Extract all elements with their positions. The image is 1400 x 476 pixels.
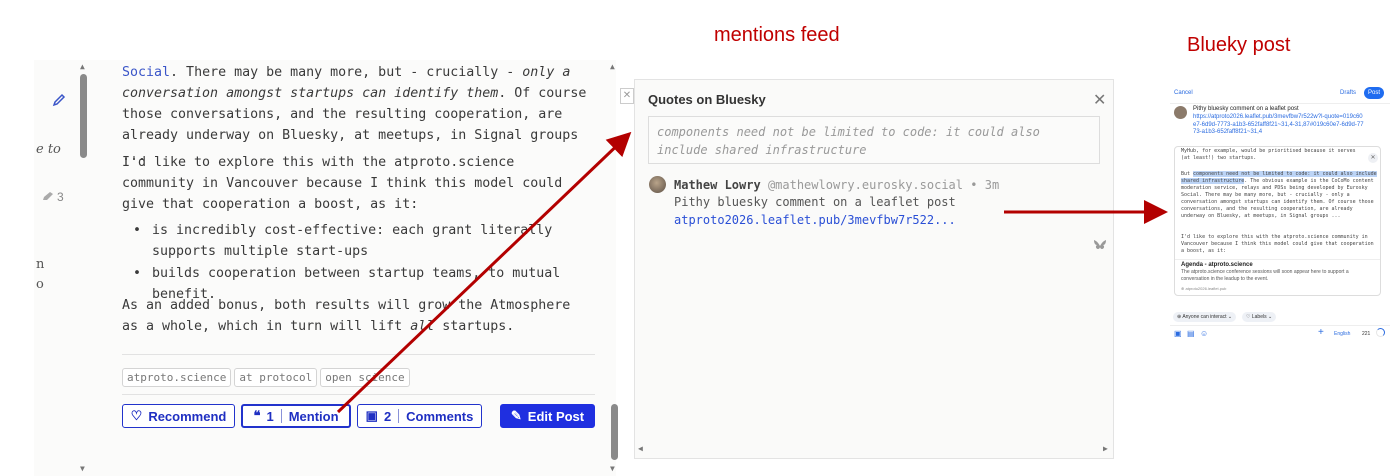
embed-excerpt: But components need not be limited to co… [1181, 171, 1377, 219]
comment-icon [43, 192, 53, 200]
post-button[interactable]: Post [1364, 87, 1384, 99]
add-icon[interactable]: + [1318, 327, 1324, 338]
list-item: • is incredibly cost-effective: each gran… [132, 223, 553, 259]
card-description: The atproto.science conference sessions … [1181, 269, 1349, 282]
gif-icon[interactable]: ▤ [1187, 329, 1195, 338]
close-icon[interactable]: ✕ [1093, 90, 1106, 110]
quotes-panel: Quotes on Bluesky ✕ components need not … [634, 79, 1114, 459]
quoted-text: components need not be limited to code: … [648, 116, 1100, 164]
margin-fragment: n [36, 257, 45, 272]
bluesky-icon[interactable] [1093, 236, 1107, 255]
bullet-list: • is incredibly cost-effective: each gran… [122, 220, 592, 305]
comments-button[interactable]: ▣ 2 Comments [357, 404, 482, 428]
bluesky-composer: Cancel Drafts Post Pithy bluesky comment… [1170, 84, 1390, 346]
scroll-right-arrow[interactable]: ▶ [1103, 444, 1108, 453]
post-age: 3m [984, 178, 1000, 192]
heart-icon: ♡ [130, 408, 143, 423]
composer-link[interactable]: https://atproto2026.leaflet.pub/3mevfbw7… [1193, 114, 1365, 137]
author-handle[interactable]: @mathewlowry.eurosky.social [768, 178, 963, 192]
article-paragraph: As an added bonus, both results will gro… [122, 298, 571, 334]
quote-icon: ❝ [253, 408, 261, 423]
comment-icon: ▣ [365, 408, 378, 423]
margin-fragment: e to [36, 142, 61, 157]
labels-button[interactable]: ♡ Labels ⌄ [1242, 312, 1277, 322]
character-count: 221 [1362, 331, 1371, 337]
tag[interactable]: open science [320, 368, 410, 387]
close-icon[interactable]: ✕ [620, 88, 634, 104]
middle-scrollbar-thumb[interactable] [611, 404, 618, 460]
composer-text[interactable]: Pithy bluesky comment on a leaflet post [1193, 106, 1387, 114]
recommend-button[interactable]: ♡ Recommend [122, 404, 235, 428]
progress-ring-icon [1376, 328, 1385, 337]
tag[interactable]: at protocol [234, 368, 318, 387]
mention-button[interactable]: ❝ 1 Mention [241, 404, 351, 428]
annotation-bluesky-post: Blueky post [1187, 34, 1291, 56]
quote-author-line: Mathew Lowry @mathewlowry.eurosky.social… [674, 178, 1000, 192]
tag-list: atproto.science at protocol open science [122, 366, 413, 387]
card-domain: ⊕ atproto2026.leaflet.pub [1181, 286, 1227, 291]
divider [122, 354, 595, 355]
eurosky-social-link[interactable]: Social [122, 65, 170, 80]
annotation-mentions-feed: mentions feed [714, 24, 840, 46]
pencil-icon[interactable] [52, 92, 66, 107]
language-selector[interactable]: English [1334, 331, 1350, 339]
avatar [1174, 106, 1187, 119]
scroll-up-arrow[interactable]: ▲ [610, 62, 615, 71]
image-icon[interactable]: ▣ [1174, 329, 1182, 338]
left-scrollbar-thumb[interactable] [80, 74, 87, 158]
close-icon[interactable]: ✕ [1368, 153, 1378, 163]
post-text: Pithy bluesky comment on a leaflet post [674, 195, 956, 209]
scroll-up-arrow[interactable]: ▲ [80, 62, 85, 71]
interaction-settings-button[interactable]: ⊕ Anyone can interact ⌄ [1173, 312, 1237, 322]
emoji-icon[interactable]: ☺ [1200, 329, 1208, 338]
edit-post-button[interactable]: ✎ Edit Post [500, 404, 595, 428]
post-link[interactable]: atproto2026.leaflet.pub/3mevfbw7r522... [674, 213, 956, 227]
margin-comment-count: 3 [57, 190, 64, 204]
scroll-left-arrow[interactable]: ◀ [638, 444, 643, 453]
avatar[interactable] [649, 176, 666, 193]
cancel-button[interactable]: Cancel [1174, 90, 1193, 98]
author-name[interactable]: Mathew Lowry [674, 178, 761, 192]
tag[interactable]: atproto.science [122, 368, 232, 387]
scroll-down-arrow[interactable]: ▼ [610, 464, 615, 473]
margin-fragment: o [36, 277, 44, 292]
scroll-down-arrow[interactable]: ▼ [80, 464, 85, 473]
divider [122, 394, 595, 395]
article-clipped-line [122, 42, 600, 60]
article-paragraph: I'd like to explore this with the atprot… [122, 155, 563, 212]
margin-comment-badge[interactable]: 3 [42, 190, 64, 204]
link-embed-card[interactable]: MyHub, for example, would be prioritised… [1174, 146, 1381, 296]
drafts-button[interactable]: Drafts [1340, 90, 1356, 98]
pencil-icon: ✎ [510, 408, 522, 423]
panel-title: Quotes on Bluesky [648, 92, 766, 107]
